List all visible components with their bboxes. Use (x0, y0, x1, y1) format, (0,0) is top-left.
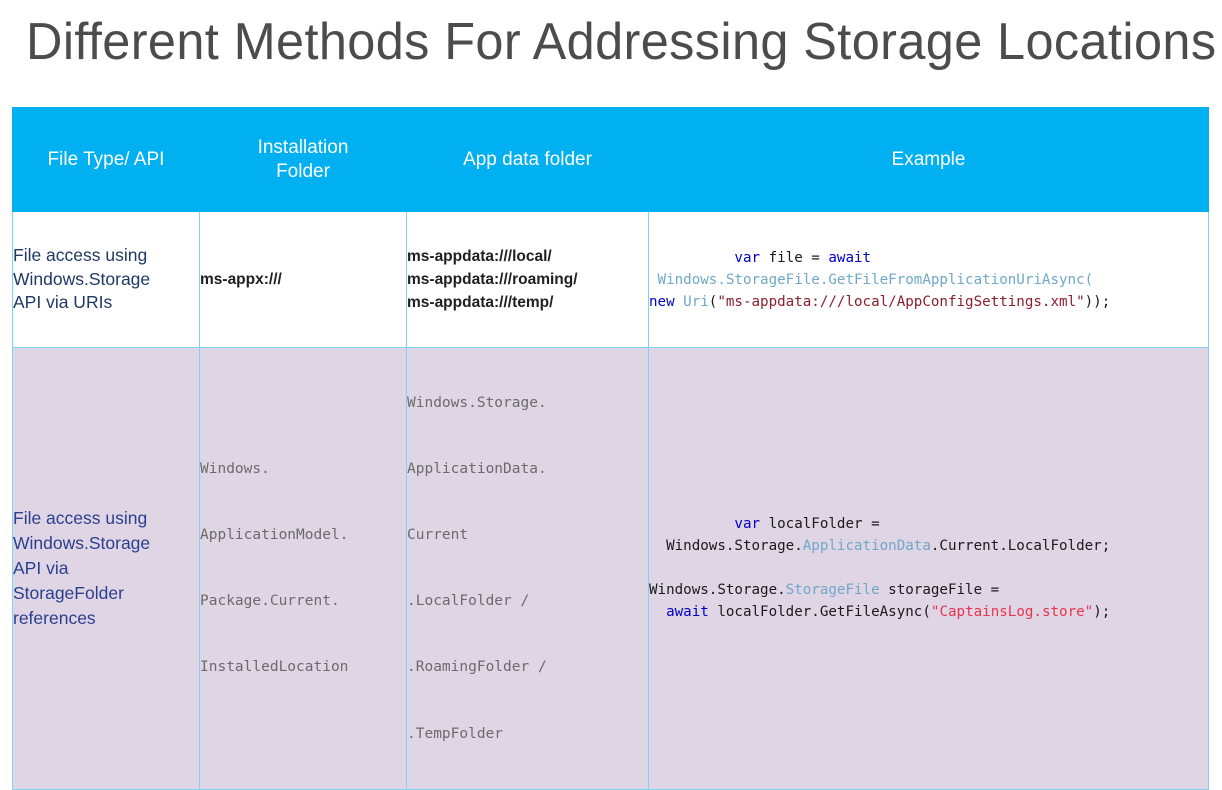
row-storagefolder-install-line3: Package.Current. (200, 593, 340, 610)
row-storagefolder-app-data-folder-cell: Windows.Storage. ApplicationData. Curren… (406, 347, 649, 790)
table-header-row: File Type/ API Installation Folder App d… (12, 107, 1209, 212)
row-storagefolder-label-line1: File access using (13, 508, 148, 529)
row-uri-app-data-folder-cell: ms-appdata:///local/ ms-appdata:///roami… (406, 211, 649, 348)
row-storagefolder-label-line5: references (13, 607, 96, 628)
row-storagefolder-appdata-line6: .TempFolder (407, 725, 504, 742)
row-uri-label-cell: File access using Windows.Storage API vi… (12, 211, 200, 348)
row-uri-app-data-temp: ms-appdata:///temp/ (407, 294, 554, 312)
column-header-app-data-folder: App data folder (406, 107, 649, 212)
row-uri-label-line1: File access using (13, 245, 148, 266)
row-storagefolder-label-cell: File access using Windows.Storage API vi… (12, 347, 200, 790)
row-uri-installation-folder-value: ms-appx:/// (200, 270, 282, 288)
row-storagefolder-label-line2: Windows.Storage (13, 533, 151, 554)
row-uri-app-data-local: ms-appdata:///local/ (407, 247, 552, 265)
table-row: File access using Windows.Storage API vi… (12, 347, 1209, 790)
row-uri-label-line3: API via URIs (13, 292, 113, 313)
row-storagefolder-appdata-line5: .RoamingFolder / (407, 659, 547, 676)
row-storagefolder-appdata-line1: Windows.Storage. (407, 395, 547, 412)
row-storagefolder-appdata-line2: ApplicationData. (407, 461, 547, 478)
row-storagefolder-label-line3: API via (13, 557, 69, 578)
row-storagefolder-installation-folder-cell: Windows. ApplicationModel. Package.Curre… (199, 347, 407, 790)
column-header-example: Example (648, 107, 1209, 212)
column-header-installation-folder-line1: Installation (257, 136, 349, 158)
row-storagefolder-example-cell: var localFolder = Windows.Storage.Applic… (648, 347, 1209, 790)
column-header-file-type: File Type/ API (12, 107, 200, 212)
row-uri-example-cell: var file = await Windows.StorageFile.Get… (648, 211, 1209, 348)
storage-locations-table-container: File Type/ API Installation Folder App d… (12, 107, 1209, 790)
row-storagefolder-install-line2: ApplicationModel. (200, 527, 349, 544)
column-header-installation-folder-line2: Folder (276, 160, 330, 182)
page-title: Different Methods For Addressing Storage… (26, 13, 1217, 71)
row-storagefolder-appdata-line4: .LocalFolder / (407, 593, 530, 610)
row-storagefolder-install-line4: InstalledLocation (200, 659, 349, 676)
row-storagefolder-label-line4: StorageFolder (13, 582, 124, 603)
storage-locations-table: File Type/ API Installation Folder App d… (12, 107, 1209, 790)
row-uri-app-data-roaming: ms-appdata:///roaming/ (407, 270, 578, 288)
column-header-example-label: Example (891, 148, 966, 170)
row-uri-label-line2: Windows.Storage (13, 268, 151, 289)
column-header-app-data-folder-label: App data folder (463, 148, 592, 170)
row-uri-installation-folder-cell: ms-appx:/// (199, 211, 407, 348)
table-row: File access using Windows.Storage API vi… (12, 211, 1209, 348)
column-header-file-type-label: File Type/ API (47, 148, 165, 170)
row-uri-code-snippet: var file = await Windows.StorageFile.Get… (649, 249, 1111, 310)
row-storagefolder-code-snippet: var localFolder = Windows.Storage.Applic… (649, 516, 1111, 621)
row-storagefolder-install-line1: Windows. (200, 461, 270, 478)
row-storagefolder-appdata-line3: Current (407, 527, 469, 544)
column-header-installation-folder: Installation Folder (199, 107, 407, 212)
